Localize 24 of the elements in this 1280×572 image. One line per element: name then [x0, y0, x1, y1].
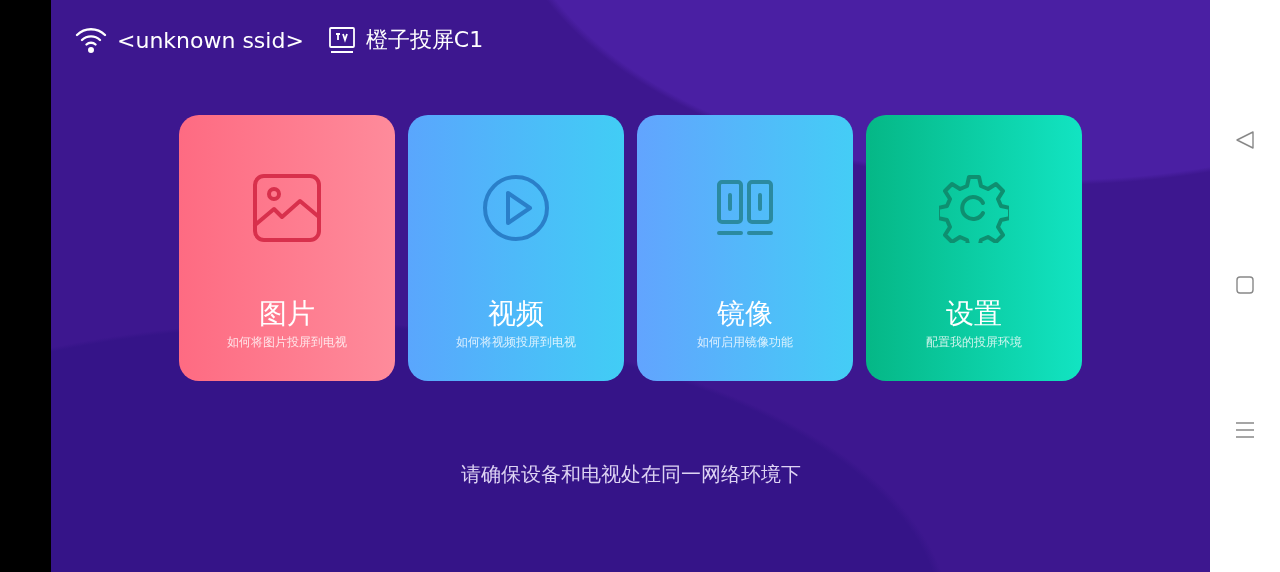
- card-subtitle: 配置我的投屏环境: [926, 335, 1022, 350]
- card-title: 视频: [488, 297, 544, 331]
- device-name: 橙子投屏C1: [365, 26, 484, 54]
- home-icon[interactable]: [1235, 275, 1255, 295]
- card-subtitle: 如何将视频投屏到电视: [456, 335, 576, 350]
- feature-card[interactable]: 设置 配置我的投屏环境: [866, 115, 1082, 381]
- card-subtitle: 如何将图片投屏到电视: [227, 335, 347, 350]
- network-hint: 请确保设备和电视处在同一网络环境下: [460, 461, 801, 488]
- wifi-icon: [75, 27, 107, 53]
- menu-icon[interactable]: [1235, 420, 1255, 440]
- back-icon[interactable]: [1235, 130, 1255, 150]
- card-title: 镜像: [717, 297, 773, 331]
- network-name: <unknown ssid>: [117, 27, 304, 53]
- gear-icon: [939, 173, 1009, 243]
- tv-icon: [327, 26, 356, 54]
- feature-card[interactable]: 镜像 如何启用镜像功能: [637, 115, 853, 381]
- feature-card[interactable]: 图片 如何将图片投屏到电视: [179, 115, 395, 381]
- image-icon: [252, 173, 322, 243]
- feature-card[interactable]: 视频 如何将视频投屏到电视: [408, 115, 624, 381]
- play-icon: [481, 173, 551, 243]
- mirror-icon: [716, 179, 774, 237]
- card-title: 图片: [259, 297, 315, 331]
- card-title: 设置: [946, 297, 1002, 331]
- card-subtitle: 如何启用镜像功能: [697, 335, 793, 350]
